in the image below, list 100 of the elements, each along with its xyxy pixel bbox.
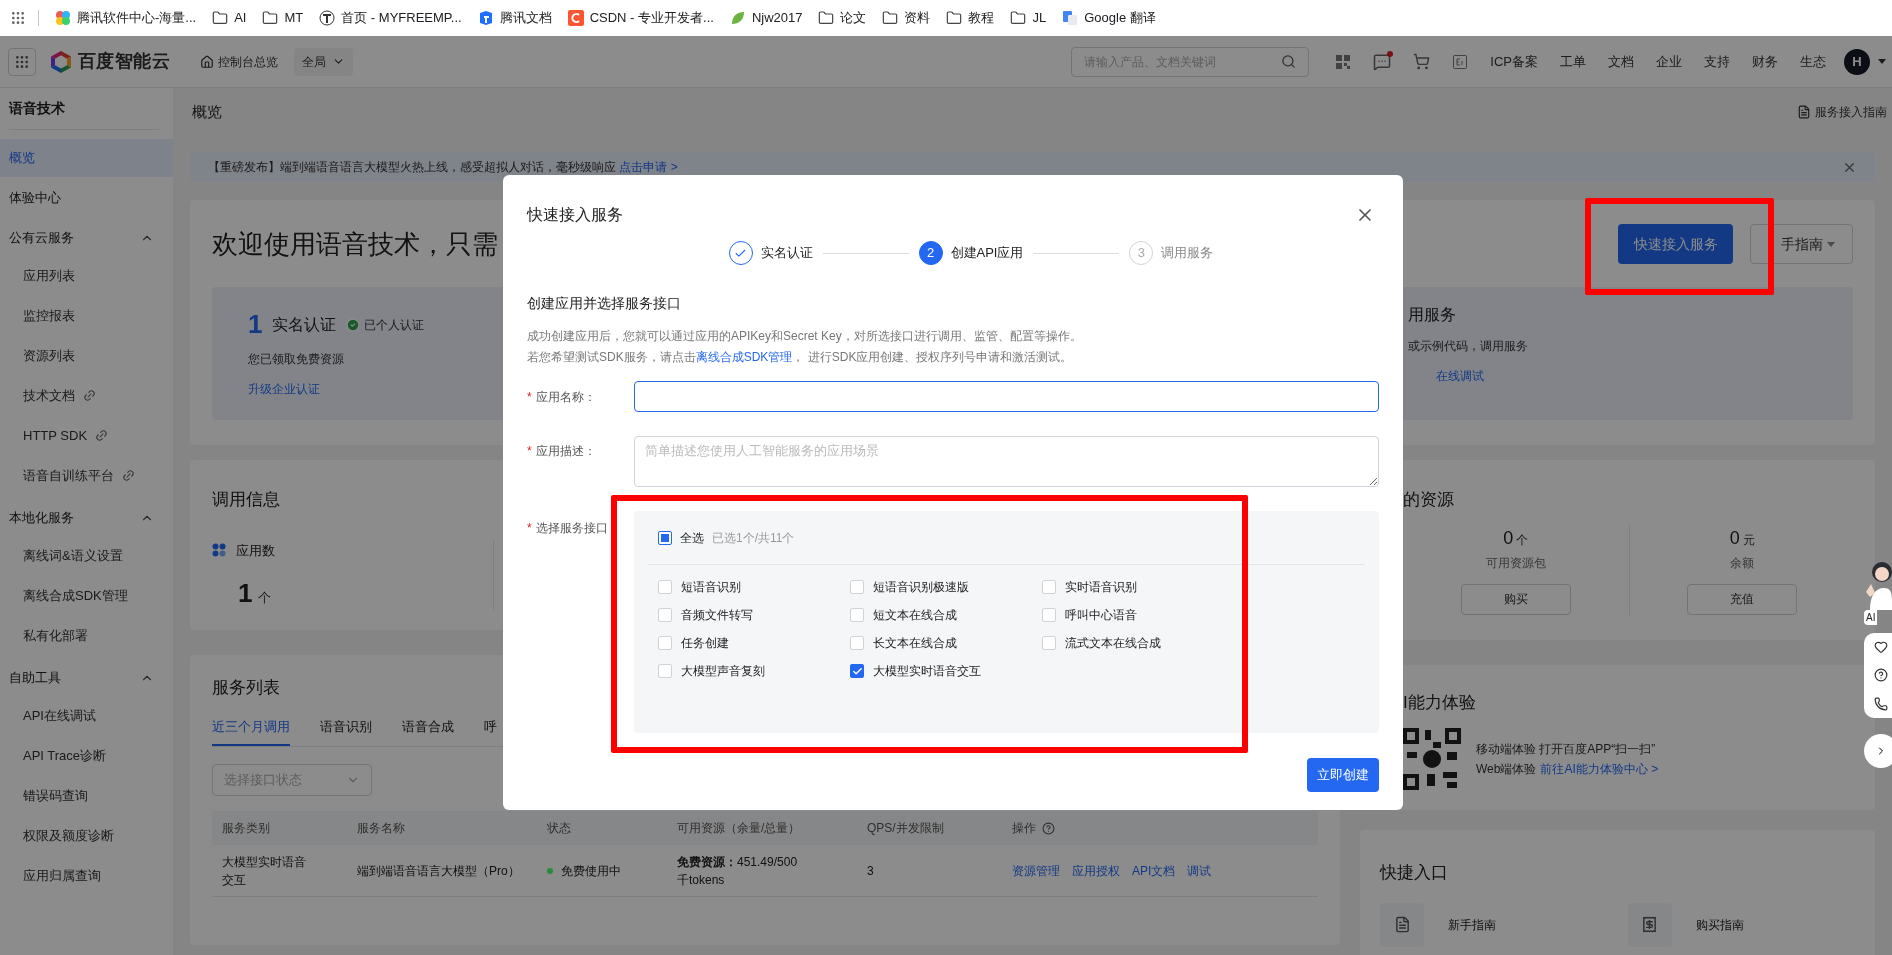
step-text: 或示例代码，调用服务 <box>1408 338 1528 355</box>
card-title: 调用信息 <box>212 489 280 511</box>
logo[interactable]: 百度智能云 <box>50 48 171 75</box>
console-link[interactable]: 控制台总览 <box>200 52 279 71</box>
bookmark[interactable]: CSDN - 专业开发者... <box>567 8 714 28</box>
bookmark[interactable]: MT <box>262 8 304 28</box>
nav-link[interactable]: 文档 <box>1608 51 1634 72</box>
tab[interactable]: 语音合成 <box>402 716 454 746</box>
sidebar-item[interactable]: 应用归属查询 <box>0 859 173 892</box>
sidebar-item[interactable]: 权限及额度诊断 <box>0 819 173 852</box>
sidebar-item[interactable]: HTTP SDK <box>0 419 173 452</box>
app-name-field[interactable] <box>634 381 1379 412</box>
step-label: 调用服务 <box>1161 244 1214 263</box>
upgrade-link[interactable]: 升级企业认证 <box>248 380 320 398</box>
resource-button[interactable]: 购买 <box>1460 583 1571 615</box>
bookmark[interactable]: 论文 <box>818 8 867 28</box>
option-label: 大模型实时语音交互 <box>873 663 981 680</box>
sidebar-item[interactable]: 概览 <box>0 139 173 177</box>
tab[interactable]: 呼 <box>484 716 497 746</box>
phone-icon[interactable] <box>1874 696 1888 711</box>
sidebar-item[interactable]: API在线调试 <box>0 699 173 732</box>
home-icon <box>200 54 215 69</box>
resource-unit: 个 <box>1516 531 1529 549</box>
bookmark[interactable]: 首页 - MYFREEMP... <box>319 8 462 28</box>
action-link[interactable]: 应用授权 <box>1072 861 1120 880</box>
sidebar-item[interactable]: 语音自训练平台 <box>0 459 173 492</box>
ai-center-link[interactable]: 前往AI能力体验中心 > <box>1540 759 1659 778</box>
sidebar-item[interactable]: 离线词&语义设置 <box>0 539 173 572</box>
message-button[interactable] <box>1373 52 1392 71</box>
action-link[interactable]: 调试 <box>1187 861 1212 880</box>
bookmark[interactable]: JL <box>1010 8 1047 28</box>
sidebar-group[interactable]: 自助工具 <box>0 659 173 697</box>
dialog-title: 快速接入服务 <box>527 205 623 225</box>
guide-dropdown-button[interactable]: 手指南 <box>1750 224 1853 264</box>
quick-access-button[interactable]: 快速接入服务 <box>1618 224 1733 264</box>
heart-icon[interactable] <box>1874 640 1888 655</box>
sidebar-item[interactable]: 资源列表 <box>0 339 173 372</box>
guide-link[interactable]: 服务接入指南 <box>1797 103 1887 121</box>
step-label: 创建API应用 <box>950 244 1024 263</box>
tab[interactable]: 语音识别 <box>320 716 372 746</box>
sidebar-item[interactable]: 技术文档 <box>0 379 173 412</box>
nav-link[interactable]: 生态 <box>1800 51 1826 72</box>
user-avatar[interactable]: H <box>1844 48 1870 75</box>
metric-value: 1 <box>238 577 253 610</box>
sidebar-item[interactable]: 体验中心 <box>0 179 173 217</box>
table-cell: 端到端语音语言大模型（Pro） <box>357 863 520 878</box>
app-description-field[interactable]: 简单描述您使用人工智能服务的应用场景 <box>634 436 1379 487</box>
resource-button[interactable]: 充值 <box>1687 583 1798 615</box>
sdk-management-link[interactable]: 离线合成SDK管理 <box>695 350 793 364</box>
verified-status: 已个人认证 <box>346 315 425 334</box>
action-link[interactable]: API文档 <box>1132 861 1176 880</box>
nav-link[interactable]: 支持 <box>1704 51 1730 72</box>
column-header: 操作 <box>1012 820 1036 837</box>
apps-menu-button[interactable] <box>8 47 36 76</box>
cart-icon[interactable] <box>1413 53 1431 70</box>
quick-entry-item[interactable]: 购买指南 <box>1627 899 1855 950</box>
qr-code-icon[interactable] <box>1335 53 1352 70</box>
column-header: 可用资源（余量/总量） <box>677 820 801 837</box>
action-link[interactable]: 资源管理 <box>1012 861 1060 880</box>
caret-icon[interactable] <box>1878 59 1886 64</box>
option-label: 长文本在线合成 <box>873 635 957 652</box>
apply-link[interactable]: 点击申请 > <box>619 160 678 174</box>
bookmark[interactable]: Njw2017 <box>729 8 803 28</box>
quick-entry-item[interactable]: 新手指南 <box>1380 899 1608 950</box>
language-icon[interactable] <box>1452 53 1469 70</box>
nav-link[interactable]: 工单 <box>1560 51 1586 72</box>
bookmark[interactable]: 腾讯软件中心-海量... <box>55 8 197 28</box>
document-icon <box>1393 916 1411 933</box>
sidebar-item[interactable]: 错误码查询 <box>0 779 173 812</box>
document-logo-icon <box>477 10 494 26</box>
bookmark[interactable]: 资料 <box>882 8 931 28</box>
sidebar-group[interactable]: 公有云服务 <box>0 219 173 257</box>
web-hint: Web端体验 <box>1476 760 1537 778</box>
bookmark[interactable]: 教程 <box>946 8 995 28</box>
nav-link[interactable]: 财务 <box>1752 51 1778 72</box>
nav-link[interactable]: 企业 <box>1656 51 1682 72</box>
sidebar-item[interactable]: 应用列表 <box>0 259 173 292</box>
create-button[interactable]: 立即创建 <box>1307 758 1379 792</box>
checkbox[interactable] <box>658 531 672 545</box>
table-cell-text: 大模型实时语音交互 <box>222 853 307 889</box>
sidebar-group[interactable]: 本地化服务 <box>0 499 173 537</box>
nav-link[interactable]: ICP备案 <box>1490 51 1538 72</box>
sidebar-item[interactable]: API Trace诊断 <box>0 739 173 772</box>
bookmark[interactable]: 腾讯文档 <box>477 8 552 28</box>
assistant-label: AI <box>1864 610 1878 625</box>
field-label: * 应用描述： <box>527 443 597 460</box>
sidebar-item[interactable]: 监控报表 <box>0 299 173 332</box>
debug-link[interactable]: 在线调试 <box>1436 367 1484 385</box>
checkbox[interactable] <box>850 664 864 678</box>
sidebar-item[interactable]: 离线合成SDK管理 <box>0 579 173 612</box>
help-icon[interactable] <box>1874 668 1888 683</box>
bookmark[interactable]: AI <box>212 8 247 28</box>
bookmark[interactable]: Google 翻译 <box>1062 8 1156 28</box>
apps-icon[interactable] <box>10 10 26 26</box>
pinwheel-icon <box>55 10 71 26</box>
sidebar-item[interactable]: 私有化部署 <box>0 619 173 652</box>
scope-dropdown[interactable]: 全局 <box>294 47 354 76</box>
tab[interactable]: 近三个月调用 <box>212 716 290 746</box>
folder-icon <box>946 10 963 26</box>
card-title: I能力体验 <box>1403 692 1477 714</box>
